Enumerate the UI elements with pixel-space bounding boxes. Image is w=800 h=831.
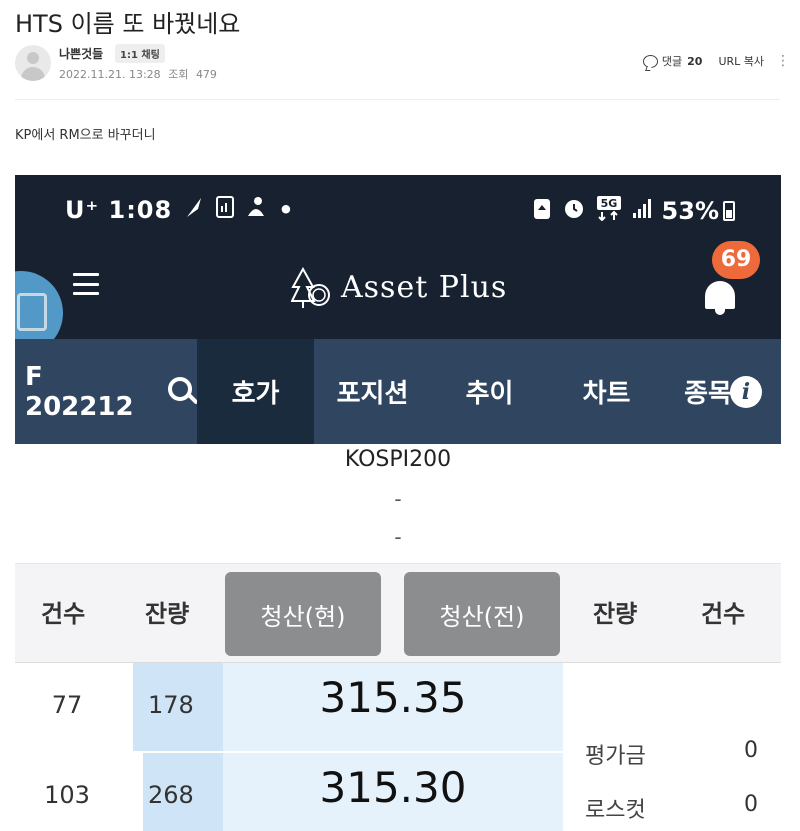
valuation-label: 평가금 [585,744,646,769]
tab-contract-code[interactable]: F 202212 [25,339,199,444]
instrument-line-1: - [394,487,402,511]
status-bar: U⁺ 1:08 • 5G 53% [15,175,781,247]
signal-icon [632,197,652,225]
instrument-line-2: - [394,525,402,549]
search-icon[interactable] [167,376,199,407]
settle-all-button[interactable]: 청산(전) [404,572,560,656]
app-icon [216,196,235,224]
post-date: 2022.11.21. 13:28 [59,68,161,81]
bell-icon[interactable] [703,277,737,317]
header-count-right: 건수 [701,600,746,628]
notification-badge: 69 [712,241,760,279]
app-name: Asset Plus [341,269,508,305]
instrument-name: KOSPI200 [344,447,452,472]
app-header: Asset Plus [15,247,781,355]
tab-bar: F 202212 호가 포지션 추이 차트 종목 i [15,339,781,444]
tab-label: 종목 [684,379,732,409]
tab-trend[interactable]: 추이 [431,339,548,444]
author-name[interactable]: 나쁜것들 [59,45,103,62]
comment-label[interactable]: 댓글 [662,53,682,69]
ask-price: 315.30 [319,763,467,812]
recycle-icon [532,196,552,226]
chat-button[interactable]: 1:1 채팅 [115,44,165,63]
network-type: 5G [596,195,622,227]
orderbook-row[interactable]: 77 178 315.35 [15,663,781,753]
comment-icon[interactable] [642,54,658,68]
menu-icon[interactable] [73,273,99,295]
ask-qty: 178 [148,691,194,719]
contract-code: F 202212 [25,361,134,422]
network-type-label: 5G [600,197,617,210]
embedded-screenshot: U⁺ 1:08 • 5G 53% Asset Plus 69 F 202212 … [15,175,781,831]
settle-current-button[interactable]: 청산(현) [225,572,381,656]
carrier-time: U⁺ 1:08 [65,196,173,224]
battery-percent: 53% [661,197,719,225]
more-options-icon[interactable]: ⋮ [776,54,790,68]
ask-price: 315.35 [319,673,467,722]
ask-qty: 268 [148,781,194,809]
tree-coin-icon [290,265,333,309]
comment-count[interactable]: 20 [687,55,702,68]
header-qty-right: 잔량 [593,600,638,628]
tab-position[interactable]: 포지션 [314,339,431,444]
bird-icon [246,196,266,224]
losscut-value: 0 [744,792,758,817]
orderbook-header: 건수 잔량 청산(현) 청산(전) 잔량 건수 [15,563,781,663]
header-qty-left: 잔량 [145,600,190,628]
tab-label: 차트 [582,379,631,409]
tab-symbol[interactable]: 종목 i [665,339,781,444]
ask-count: 103 [44,781,90,809]
tab-label: 포지션 [336,379,409,409]
url-copy-button[interactable]: URL 복사 [718,53,764,69]
app-logo: Asset Plus [290,265,508,309]
post-title: HTS 이름 또 바꿨네요 [15,10,241,38]
views-label: 조회 [168,68,189,81]
feather-icon [184,195,204,225]
tab-orderbook[interactable]: 호가 [197,339,314,444]
tab-label: 추이 [465,379,514,409]
battery-icon [723,201,735,221]
post-meta: 2022.11.21. 13:28 조회 479 [59,66,221,82]
alarm-icon [562,196,586,226]
header-count-left: 건수 [41,600,86,628]
divider [15,99,780,100]
ask-count: 77 [51,691,83,719]
valuation-value: 0 [744,738,758,763]
author-row: 나쁜것들 1:1 채팅 2022.11.21. 13:28 조회 479 댓글 … [15,43,790,83]
tab-label: 호가 [231,379,280,409]
post-actions: 댓글 20 URL 복사 ⋮ [642,53,790,69]
orderbook-row[interactable]: 103 268 315.30 [15,753,781,831]
notification-dot-icon: • [278,196,295,224]
post-body: KP에서 RM으로 바꾸더니 [15,128,156,143]
avatar[interactable] [15,45,51,81]
views-count: 479 [195,68,217,81]
info-icon[interactable]: i [729,375,762,408]
tab-chart[interactable]: 차트 [548,339,665,444]
losscut-label: 로스컷 [585,798,646,823]
